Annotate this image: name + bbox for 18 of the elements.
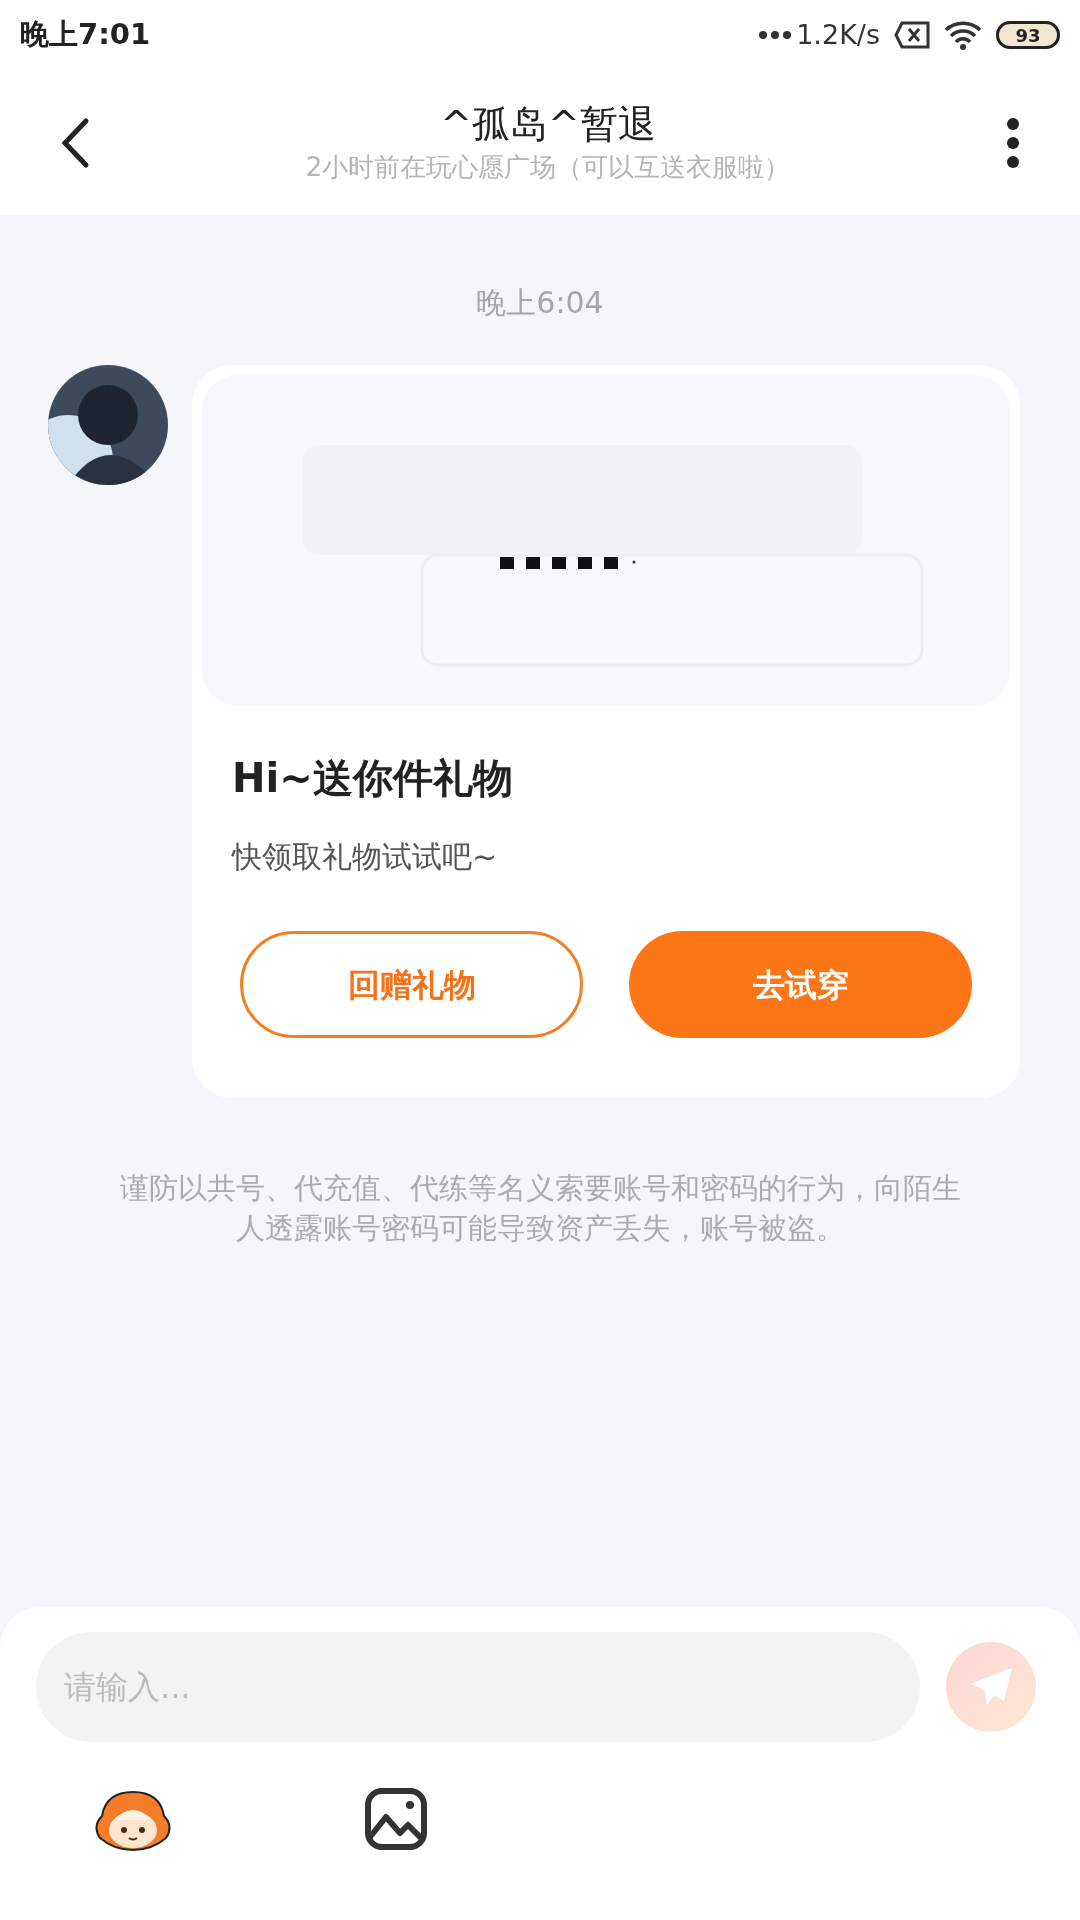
security-notice: 谨防以共号、代充值、代练等名义索要账号和密码的行为，向陌生人透露账号密码可能导致资产丢失，账号被盗。 [118,1170,962,1247]
gift-title: Hi~送你件礼物 [232,754,514,803]
header-title: ^孤岛^暂退 [440,100,656,148]
back-icon[interactable] [60,116,90,169]
battery-indicator: 93 [996,21,1060,49]
header-subtitle: 2小时前在玩心愿广场（可以互送衣服啦） [305,150,791,184]
gift-text: 快领取礼物试试吧~ [232,838,499,876]
return-gift-button[interactable]: 回赠礼物 [240,931,583,1038]
try-on-button[interactable]: 去试穿 [629,931,972,1038]
message-input[interactable]: 请输入... [36,1632,920,1742]
more-icon[interactable] [1006,116,1020,169]
image-icon[interactable] [364,1787,428,1851]
timestamp: 晚上6:04 [476,284,604,322]
dots-icon [758,30,793,40]
status-time: 晚上7:01 [20,16,151,54]
sim-off-icon [894,21,930,49]
wifi-icon [944,20,982,50]
network-speed: 1.2K/s [796,17,880,52]
